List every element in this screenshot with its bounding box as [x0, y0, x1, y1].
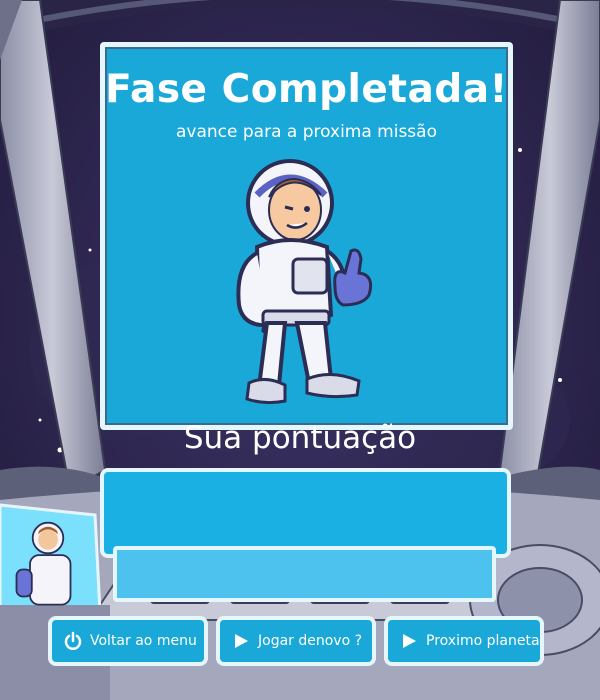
game-screen: Fase Completada! avance para a proxima m… [0, 0, 600, 700]
play-icon [230, 630, 252, 652]
back-to-menu-label: Voltar ao menu [90, 633, 197, 649]
astronaut-thumbs-up [236, 159, 373, 405]
level-complete-panel: Fase Completada! avance para a proxima m… [100, 42, 513, 430]
play-again-label: Jogar denovo ? [258, 633, 363, 649]
level-complete-subtitle: avance para a proxima missão [176, 122, 437, 142]
play-again-button[interactable]: Jogar denovo ? [216, 616, 376, 666]
level-complete-title: Fase Completada! [105, 67, 508, 112]
next-planet-button[interactable]: Proximo planeta [384, 616, 544, 666]
play-icon [398, 630, 420, 652]
score-display [100, 468, 511, 558]
score-display-base [113, 546, 496, 602]
next-planet-label: Proximo planeta [426, 633, 540, 649]
score-label: Sua pontuação [183, 420, 417, 456]
back-to-menu-button[interactable]: Voltar ao menu [48, 616, 208, 666]
power-icon [62, 630, 84, 652]
